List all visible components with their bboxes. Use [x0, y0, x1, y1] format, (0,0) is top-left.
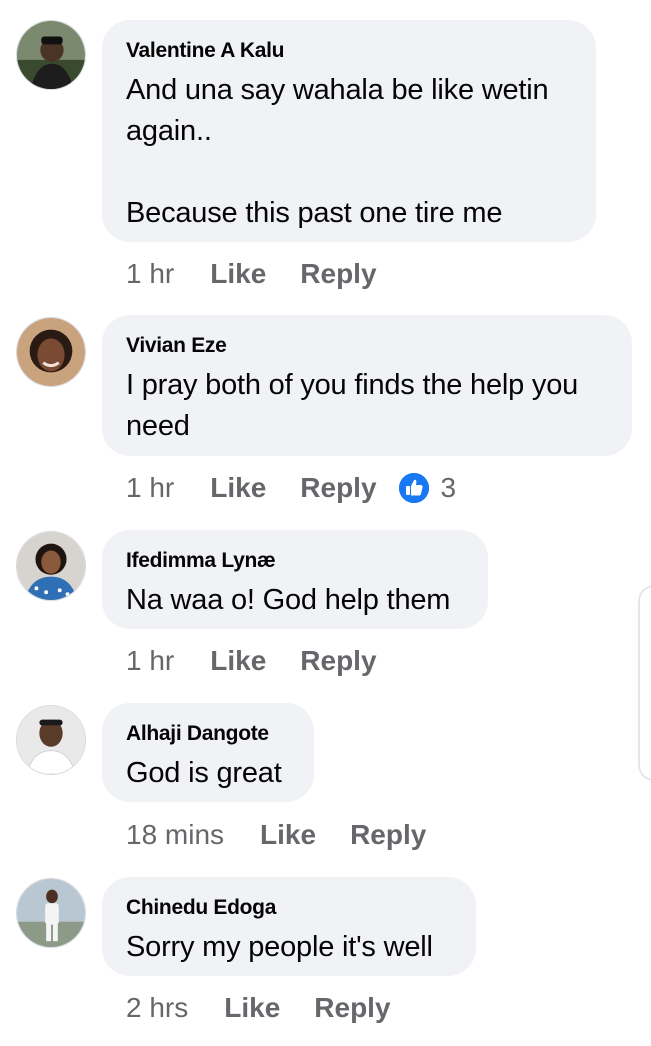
- comment-actions: 1 hr Like Reply: [126, 641, 377, 681]
- comment-time[interactable]: 1 hr: [126, 472, 174, 504]
- like-button[interactable]: Like: [210, 258, 266, 290]
- comment-author[interactable]: Ifedimma Lynæ: [126, 548, 464, 574]
- avatar[interactable]: [16, 531, 86, 601]
- comment-time[interactable]: 2 hrs: [126, 992, 188, 1024]
- reply-button[interactable]: Reply: [300, 472, 376, 504]
- reply-button[interactable]: Reply: [300, 258, 376, 290]
- like-button[interactable]: Like: [210, 645, 266, 677]
- side-panel-edge[interactable]: [638, 585, 651, 781]
- comment-author[interactable]: Vivian Eze: [126, 333, 608, 359]
- comment-time[interactable]: 1 hr: [126, 258, 174, 290]
- comment-bubble: Vivian Eze I pray both of you finds the …: [102, 315, 632, 456]
- comment-actions: 1 hr Like Reply 3: [126, 468, 456, 508]
- comment-bubble: Chinedu Edoga Sorry my people it's well: [102, 877, 476, 976]
- comment-text: I pray both of you finds the help you ne…: [126, 369, 579, 442]
- comment-text: Sorry my people it's well: [126, 931, 433, 963]
- comment-actions: 18 mins Like Reply: [126, 815, 426, 855]
- avatar[interactable]: [16, 20, 86, 90]
- comment-actions: 2 hrs Like Reply: [126, 988, 391, 1028]
- comment-text: God is great: [126, 757, 282, 789]
- reaction-count: 3: [440, 472, 457, 503]
- like-button[interactable]: Like: [210, 472, 266, 504]
- reply-button[interactable]: Reply: [314, 992, 390, 1024]
- comment-time[interactable]: 1 hr: [126, 645, 174, 677]
- comment-author[interactable]: Chinedu Edoga: [126, 895, 452, 921]
- comment-author[interactable]: Valentine A Kalu: [126, 38, 572, 64]
- comment-text: And una say wahala be like wetin again..…: [126, 74, 549, 229]
- like-reaction-icon: [398, 473, 429, 503]
- comment-text: Na waa o! God help them: [126, 584, 451, 616]
- reply-button[interactable]: Reply: [350, 819, 426, 851]
- comment-bubble: Alhaji Dangote God is great: [102, 703, 314, 802]
- comment-author[interactable]: Alhaji Dangote: [126, 721, 290, 747]
- avatar[interactable]: [16, 878, 86, 948]
- like-button[interactable]: Like: [260, 819, 316, 851]
- comment-time[interactable]: 18 mins: [126, 819, 224, 851]
- like-button[interactable]: Like: [224, 992, 280, 1024]
- comment-bubble: Ifedimma Lynæ Na waa o! God help them: [102, 530, 488, 629]
- avatar[interactable]: [16, 317, 86, 387]
- comment-bubble: Valentine A Kalu And una say wahala be l…: [102, 20, 596, 242]
- comment-actions: 1 hr Like Reply: [126, 254, 377, 294]
- avatar[interactable]: [16, 705, 86, 775]
- reply-button[interactable]: Reply: [300, 645, 376, 677]
- reaction-summary[interactable]: 3: [398, 472, 457, 504]
